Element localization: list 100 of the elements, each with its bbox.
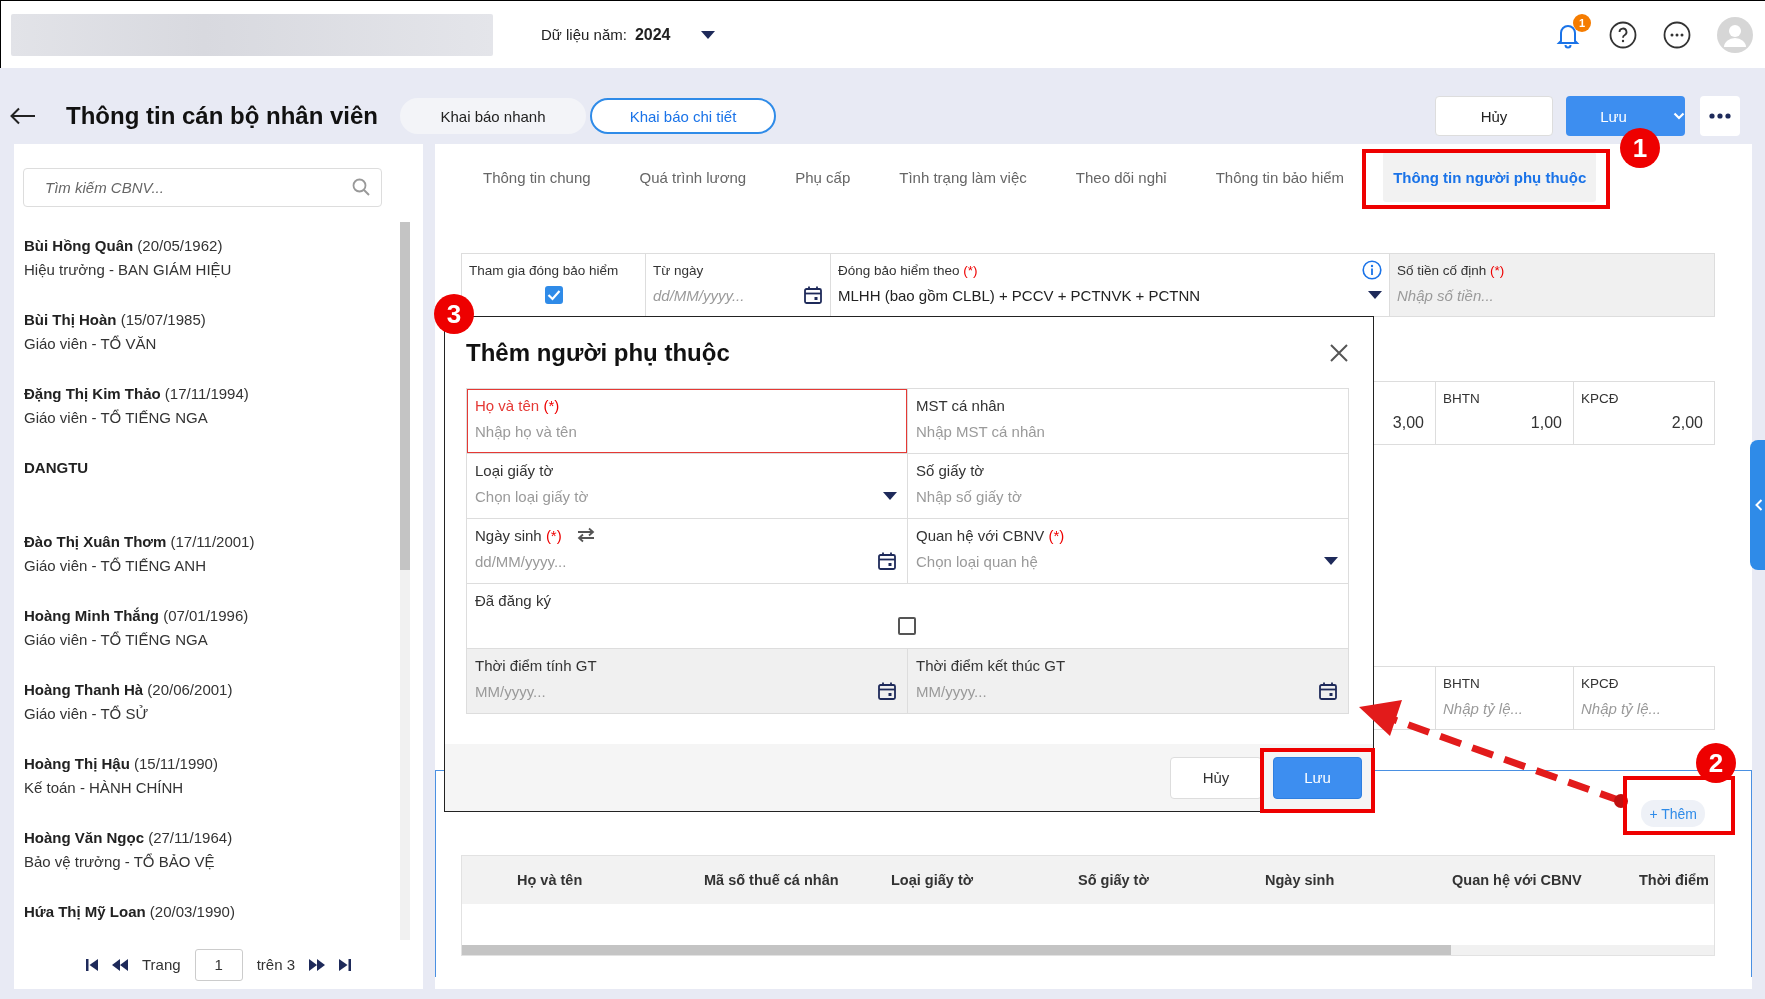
mode-toggle[interactable]: Khai báo chi tiết	[590, 98, 776, 134]
previous-page-icon[interactable]	[112, 957, 128, 972]
field-label: KPCĐ	[1581, 390, 1619, 406]
cancel-button[interactable]: Hủy	[1170, 756, 1262, 799]
field-label: Ngày sinh (*)	[475, 526, 562, 544]
page-title: Thông tin cán bộ nhân viên	[66, 102, 378, 130]
employee-name[interactable]: Hoàng Thị Hậu (15/11/1990)	[24, 752, 400, 776]
calendar-icon[interactable]	[877, 551, 897, 571]
checkbox[interactable]	[897, 617, 916, 635]
back-arrow-icon[interactable]	[10, 107, 36, 125]
tab[interactable]: Thông tin chung	[473, 152, 601, 202]
modal-title: Thêm người phụ thuộc	[466, 338, 730, 367]
employee-name[interactable]: Bùi Hồng Quân (20/05/1962)	[24, 234, 400, 258]
employee-name[interactable]: Hoàng Văn Ngọc (27/11/1964)	[24, 826, 400, 850]
employee-position: Bảo vệ trưởng - TỔ BẢO VỆ	[24, 852, 216, 872]
caret-down-icon[interactable]	[1368, 291, 1382, 299]
field-label: Quan hệ với CBNV (*)	[916, 526, 1065, 544]
employee-name[interactable]: DANGTU	[24, 456, 400, 480]
next-page-icon[interactable]	[309, 957, 325, 972]
employee-name[interactable]: Đặng Thị Kim Thảo (17/11/1994)	[24, 382, 400, 406]
field-label: Loại giấy tờ	[475, 461, 554, 479]
text-input[interactable]: Nhập số giấy tờ	[916, 487, 1338, 505]
field-label: Từ ngày	[653, 262, 704, 278]
tab[interactable]: Tình trạng làm việc	[889, 152, 1037, 202]
column-header: Thời điểm	[1639, 872, 1710, 888]
year-dropdown[interactable]: 2024	[626, 25, 671, 44]
employee-position: Kế toán - HÀNH CHÍNH	[24, 778, 185, 798]
scrollbar[interactable]	[400, 222, 410, 940]
tab[interactable]: Thông tin người phụ thuộc	[1383, 152, 1597, 202]
employee-position: Hiệu trưởng - BAN GIÁM HIỆU	[24, 260, 233, 280]
more-button[interactable]	[1700, 96, 1740, 136]
field-label: Họ và tên (*)	[475, 396, 560, 414]
first-page-icon[interactable]	[86, 957, 98, 972]
column-header: Mã số thuế cá nhân	[704, 872, 840, 888]
page-total: trên 3	[256, 956, 295, 973]
tab[interactable]: Phụ cấp	[785, 152, 861, 202]
search-field[interactable]: Tìm kiếm CBNV...	[23, 168, 382, 207]
swap-icon[interactable]	[575, 527, 596, 543]
rate-value[interactable]: 3,00	[1392, 414, 1424, 432]
search-icon[interactable]	[352, 178, 370, 196]
field-label: BHTN	[1443, 675, 1480, 691]
mode-toggle[interactable]: Khai báo nhanh	[400, 98, 586, 134]
column-header: Số giấy tờ	[1078, 872, 1150, 888]
employee-position: Giáo viên - TỔ TIẾNG ANH	[24, 556, 207, 576]
collapse-tab[interactable]	[1750, 440, 1765, 570]
select-input[interactable]: Chọn loại giấy tờ	[475, 487, 875, 505]
column-header: Loại giấy tờ	[891, 872, 974, 888]
employee-position: Giáo viên - TỔ SỬ	[24, 704, 150, 724]
date-input[interactable]: dd/MM/yyyy...	[653, 286, 797, 304]
page-input[interactable]: 1	[194, 948, 243, 981]
more-icon	[1709, 113, 1731, 119]
field-label: BHTN	[1443, 390, 1480, 406]
column-header: Họ và tên	[517, 872, 584, 888]
employee-position: Giáo viên - TỔ TIẾNG NGA	[24, 408, 209, 428]
tab[interactable]: Quá trình lương	[629, 152, 757, 202]
chevron-left-icon	[1755, 499, 1763, 511]
caret-down-icon[interactable]	[883, 492, 897, 500]
text-input[interactable]: Nhập MST cá nhân	[916, 422, 1338, 440]
chevron-down-icon[interactable]	[1673, 112, 1685, 120]
field-label: Tham gia đóng bảo hiểm	[469, 262, 619, 278]
tab[interactable]: Thông tin bảo hiểm	[1205, 152, 1355, 202]
cancel-button[interactable]: Hủy	[1435, 96, 1553, 136]
select-input[interactable]: Chọn loại quan hệ	[916, 552, 1316, 570]
date-input[interactable]: dd/MM/yyyy...	[475, 552, 869, 570]
employee-name[interactable]: Hứa Thị Mỹ Loan (20/03/1990)	[24, 900, 400, 924]
field-label: Đã đăng ký	[475, 591, 551, 609]
column-header: Ngày sinh	[1265, 872, 1336, 888]
rate-input[interactable]: Nhập tỷ lệ...	[1443, 699, 1566, 717]
notification-badge: 1	[1573, 13, 1591, 32]
caret-down-icon[interactable]	[700, 30, 715, 39]
scrollbar[interactable]	[462, 945, 1714, 955]
page-label: Trang	[142, 956, 181, 973]
employee-name[interactable]: Hoàng Minh Thắng (07/01/1996)	[24, 604, 400, 628]
more-icon[interactable]	[1663, 20, 1691, 49]
rate-value[interactable]: 2,00	[1671, 414, 1703, 432]
calendar-icon[interactable]	[803, 285, 823, 305]
field-label: Số tiền cố định (*)	[1397, 262, 1505, 278]
field-label: Đóng bảo hiểm theo (*)	[838, 262, 978, 278]
field-label: Thời điểm kết thúc GT	[916, 656, 1066, 674]
info-icon[interactable]	[1362, 260, 1382, 280]
text-input[interactable]: Nhập họ và tên	[475, 422, 897, 440]
field-label: Số giấy tờ	[916, 461, 985, 479]
employee-name[interactable]: Đào Thị Xuân Thơm (17/11/2001)	[24, 530, 400, 554]
year-label: Dữ liệu năm:	[541, 26, 627, 43]
rate-value[interactable]: 1,00	[1530, 414, 1562, 432]
employee-position: Giáo viên - TỔ TIẾNG NGA	[24, 630, 209, 650]
column-header: Quan hệ với CBNV	[1452, 872, 1583, 888]
employee-position: Giáo viên - TỔ VĂN	[24, 334, 158, 354]
help-icon[interactable]	[1609, 20, 1637, 49]
close-icon[interactable]	[1329, 342, 1349, 363]
rate-input[interactable]: Nhập tỷ lệ...	[1581, 699, 1707, 717]
last-page-icon[interactable]	[339, 957, 351, 972]
field-label: MST cá nhân	[916, 396, 1005, 414]
caret-down-icon[interactable]	[1324, 557, 1338, 565]
select-value[interactable]: MLHH (bao gồm CLBL) + PCCV + PCTNVK + PCTNN	[838, 286, 1362, 304]
employee-name[interactable]: Bùi Thị Hoàn (15/07/1985)	[24, 308, 400, 332]
tab[interactable]: Theo dõi nghỉ	[1065, 152, 1177, 202]
employee-name[interactable]: Hoàng Thanh Hà (20/06/2001)	[24, 678, 400, 702]
field-label: KPCĐ	[1581, 675, 1619, 691]
checkbox[interactable]	[544, 286, 563, 304]
